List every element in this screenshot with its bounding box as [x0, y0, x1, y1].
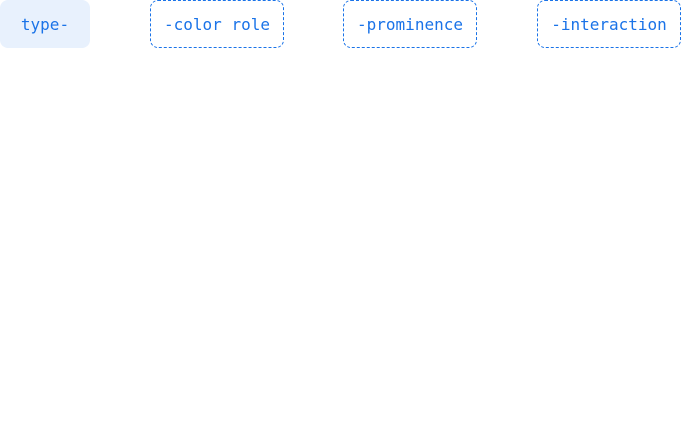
interaction-token: -interaction	[537, 0, 681, 48]
color-role-token: -color role	[150, 0, 284, 48]
type-token: type-	[0, 0, 90, 48]
prominence-token: -prominence	[343, 0, 477, 48]
